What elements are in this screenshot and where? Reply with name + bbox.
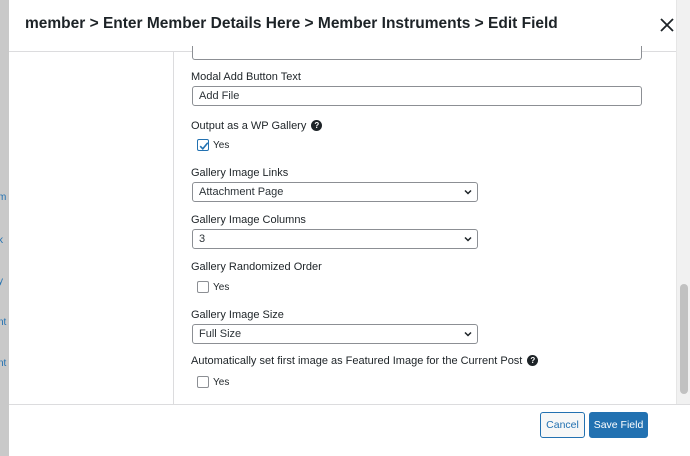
gallery-randomized-order-checkbox[interactable] [197,281,209,293]
featured-image-option: Yes [213,377,230,388]
output-wp-gallery-checkbox[interactable] [197,139,209,151]
close-icon[interactable] [656,14,678,36]
gallery-image-size-label: Gallery Image Size [191,309,284,321]
gallery-image-links-label: Gallery Image Links [191,167,289,179]
previous-field-input[interactable] [192,46,642,60]
modal-footer [9,404,690,456]
modal-add-button-text-input[interactable] [192,86,642,106]
gallery-image-size-select[interactable]: Full Size [192,324,478,344]
background-link[interactable]: k [0,235,3,246]
scrollbar-thumb[interactable] [680,284,688,394]
gallery-image-columns-value: 3 [199,233,206,245]
gallery-image-columns-label: Gallery Image Columns [191,214,306,226]
gallery-randomized-order-option: Yes [213,282,230,293]
checkmark-icon [199,142,209,150]
edit-field-modal: member > Enter Member Details Here > Mem… [9,0,690,456]
modal-add-button-text-label: Modal Add Button Text [191,71,301,83]
output-wp-gallery-label: Output as a WP Gallery? [191,120,323,132]
chevron-down-icon [464,189,472,195]
background-link[interactable]: nt [0,358,6,369]
help-icon[interactable]: ? [527,355,539,366]
background-link[interactable]: y [0,276,3,287]
gallery-image-links-value: Attachment Page [199,186,284,198]
help-icon[interactable]: ? [311,120,323,131]
featured-image-label-text: Automatically set first image as Feature… [191,355,523,367]
cancel-button[interactable]: Cancel [540,412,585,438]
featured-image-checkbox[interactable] [197,376,209,388]
modal-header: member > Enter Member Details Here > Mem… [9,0,690,52]
modal-sidebar [9,52,173,404]
gallery-image-columns-select[interactable]: 3 [192,229,478,249]
gallery-image-size-value: Full Size [199,328,242,340]
gallery-image-links-select[interactable]: Attachment Page [192,182,478,202]
output-wp-gallery-label-text: Output as a WP Gallery [191,120,307,132]
chevron-down-icon [464,236,472,242]
chevron-down-icon [464,331,472,337]
background-link[interactable]: nt [0,317,6,328]
output-wp-gallery-option: Yes [213,140,230,151]
gallery-randomized-order-label: Gallery Randomized Order [191,261,322,273]
modal-title: member > Enter Member Details Here > Mem… [25,15,558,32]
save-field-button[interactable]: Save Field [589,412,648,438]
featured-image-label: Automatically set first image as Feature… [191,355,539,367]
divider [173,52,174,404]
modal-scrollbar[interactable] [676,0,690,404]
background-link[interactable]: m [0,192,6,203]
